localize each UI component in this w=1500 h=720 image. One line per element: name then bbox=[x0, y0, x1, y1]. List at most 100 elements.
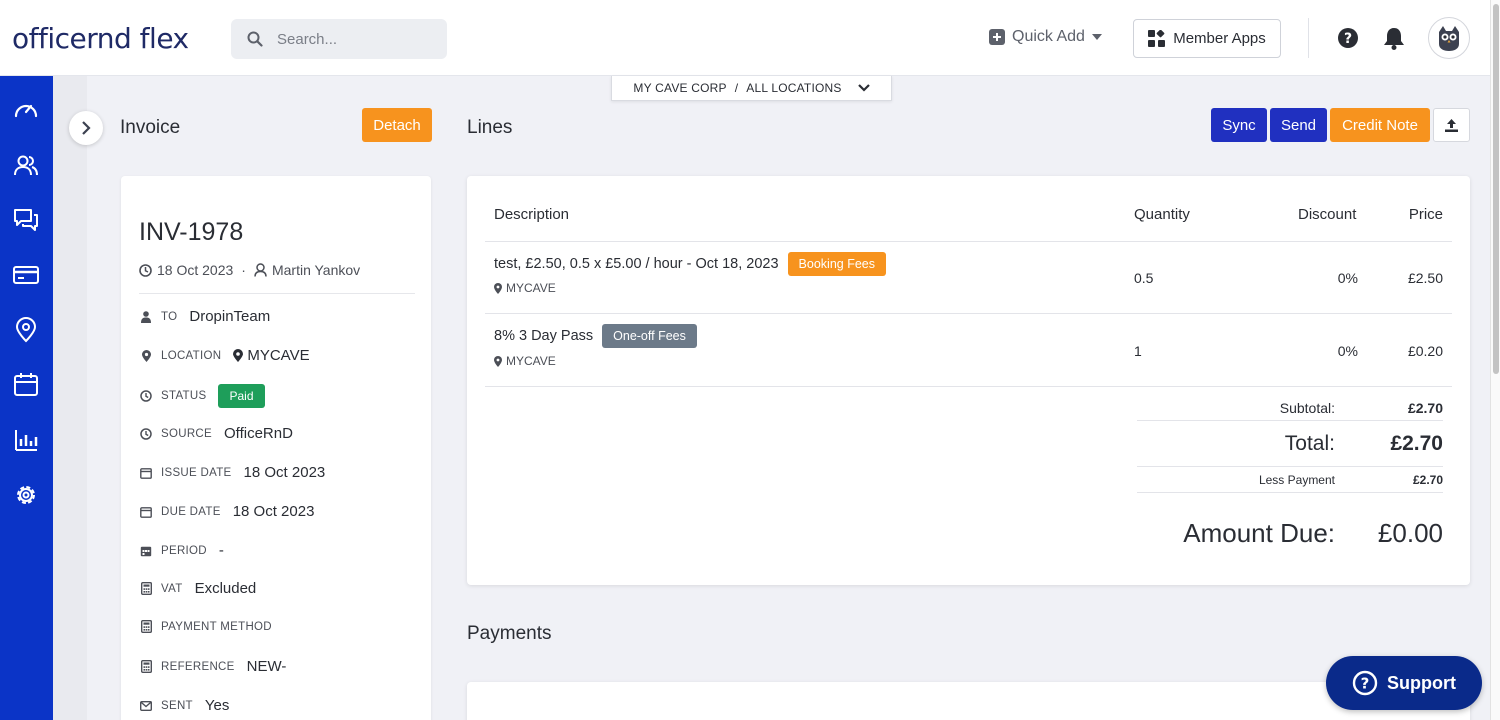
calendar-grid-icon bbox=[140, 546, 152, 556]
period-label: PERIOD bbox=[161, 544, 207, 557]
credit-card-icon bbox=[13, 266, 39, 284]
reference-value[interactable]: NEW- bbox=[247, 658, 287, 675]
scrollbar-thumb[interactable] bbox=[1493, 4, 1499, 374]
field-period: PERIOD - bbox=[139, 542, 224, 559]
field-source: SOURCE OfficeRnD bbox=[139, 425, 293, 442]
sidebar-item-messages[interactable] bbox=[12, 206, 40, 234]
chat-icon bbox=[14, 209, 38, 231]
line-price: £2.50 bbox=[1407, 270, 1443, 286]
to-label: TO bbox=[161, 310, 178, 323]
lines-section-title: Lines bbox=[467, 117, 513, 138]
app-logo[interactable]: officernd flex bbox=[12, 22, 189, 55]
period-value: - bbox=[218, 542, 224, 559]
help-icon[interactable]: ? bbox=[1337, 27, 1359, 54]
total-value: £2.70 bbox=[1390, 432, 1443, 455]
calendar-small-icon bbox=[140, 506, 152, 518]
source-label: SOURCE bbox=[161, 427, 213, 440]
line-tag-badge: One-off Fees bbox=[602, 324, 697, 348]
quick-add-button[interactable]: Quick Add bbox=[989, 28, 1102, 46]
due-date-value[interactable]: 18 Oct 2023 bbox=[233, 503, 315, 520]
search-box[interactable] bbox=[231, 19, 447, 59]
envelope-icon bbox=[140, 700, 152, 711]
bar-chart-icon bbox=[15, 430, 38, 451]
users-icon bbox=[14, 155, 38, 176]
caret-down-icon bbox=[1091, 34, 1102, 40]
field-payment-method: PAYMENT METHOD bbox=[139, 620, 284, 633]
status-label: STATUS bbox=[161, 390, 207, 402]
line-quantity: 1 bbox=[1134, 343, 1142, 359]
user-avatar[interactable] bbox=[1428, 17, 1470, 59]
svg-text:?: ? bbox=[1344, 31, 1352, 47]
person-icon bbox=[141, 310, 151, 323]
field-reference: REFERENCE NEW- bbox=[139, 658, 286, 675]
invoice-number: INV-1978 bbox=[139, 218, 244, 246]
map-pin-icon bbox=[15, 317, 37, 343]
issue-date-value[interactable]: 18 Oct 2023 bbox=[244, 464, 326, 481]
calendar-icon bbox=[14, 373, 38, 396]
line-location: MYCAVE bbox=[494, 354, 556, 368]
line-price: £0.20 bbox=[1407, 343, 1443, 359]
page-scrollbar[interactable] bbox=[1490, 0, 1500, 720]
send-button[interactable]: Send bbox=[1270, 108, 1327, 142]
header-divider bbox=[1308, 18, 1309, 58]
calculator-icon bbox=[140, 620, 152, 633]
upload-icon bbox=[1445, 118, 1458, 132]
sidebar-item-calendar[interactable] bbox=[12, 371, 40, 399]
sidebar-item-members[interactable] bbox=[12, 151, 40, 179]
gauge-icon bbox=[14, 104, 38, 118]
expand-panel-button[interactable] bbox=[69, 111, 103, 145]
line-description[interactable]: test, £2.50, 0.5 x £5.00 / hour - Oct 18… bbox=[494, 252, 886, 276]
support-label: Support bbox=[1387, 672, 1456, 693]
top-bar: officernd flex Quick Add Member Apps ? bbox=[0, 0, 1490, 76]
payment-method-label: PAYMENT METHOD bbox=[161, 620, 272, 633]
location-label: LOCATION bbox=[161, 349, 222, 362]
line-tag-badge: Booking Fees bbox=[787, 252, 886, 276]
status-badge: Paid bbox=[218, 384, 265, 408]
vat-value[interactable]: Excluded bbox=[195, 580, 257, 597]
less-payment-label: Less Payment bbox=[1258, 473, 1335, 487]
sidebar-item-reports[interactable] bbox=[12, 426, 40, 454]
line-description[interactable]: 8% 3 Day Pass One-off Fees bbox=[494, 324, 697, 348]
calendar-small-icon bbox=[140, 467, 152, 479]
member-apps-button[interactable]: Member Apps bbox=[1133, 19, 1281, 58]
owl-avatar-icon bbox=[1439, 26, 1459, 51]
sidebar-item-locations[interactable] bbox=[12, 316, 40, 344]
sidebar-item-settings[interactable] bbox=[12, 481, 40, 509]
chevron-down-icon bbox=[857, 84, 870, 92]
field-status: STATUS Paid bbox=[139, 384, 265, 408]
source-value: OfficeRnD bbox=[224, 425, 293, 442]
export-button[interactable] bbox=[1433, 108, 1470, 142]
member-apps-label: Member Apps bbox=[1173, 30, 1266, 47]
totals-divider bbox=[1137, 466, 1443, 467]
less-payment-value: £2.70 bbox=[1412, 473, 1443, 487]
support-button[interactable]: ? Support bbox=[1326, 656, 1482, 710]
user-icon bbox=[254, 263, 267, 277]
breadcrumb-separator: / bbox=[734, 81, 739, 95]
credit-note-button[interactable]: Credit Note bbox=[1330, 108, 1430, 142]
map-marker-icon bbox=[494, 355, 502, 367]
sync-button[interactable]: Sync bbox=[1211, 108, 1267, 142]
clock-icon bbox=[139, 263, 152, 277]
chevron-right-icon bbox=[82, 121, 91, 135]
sidebar-item-dashboard[interactable] bbox=[12, 96, 40, 124]
vat-label: VAT bbox=[161, 582, 183, 595]
line-location-text: MYCAVE bbox=[506, 281, 556, 295]
subtotal-value: £2.70 bbox=[1407, 400, 1443, 416]
invoice-author[interactable]: Martin Yankov bbox=[272, 262, 360, 278]
to-value[interactable]: DropinTeam bbox=[189, 308, 270, 325]
line-location-text: MYCAVE bbox=[506, 354, 556, 368]
location-breadcrumb[interactable]: MY CAVE CORP / ALL LOCATIONS bbox=[611, 76, 892, 101]
sidebar-item-billing[interactable] bbox=[12, 261, 40, 289]
line-description-text: 8% 3 Day Pass bbox=[494, 328, 594, 344]
col-price: Price bbox=[1408, 206, 1443, 223]
apps-grid-icon bbox=[1148, 30, 1166, 47]
notifications-bell-icon[interactable] bbox=[1383, 26, 1405, 55]
search-input[interactable] bbox=[277, 30, 417, 48]
sent-label: SENT bbox=[161, 699, 193, 712]
totals-divider bbox=[1137, 420, 1443, 421]
location-value[interactable]: MYCAVE bbox=[247, 347, 309, 364]
breadcrumb-location: ALL LOCATIONS bbox=[746, 81, 842, 95]
gear-icon bbox=[17, 486, 35, 504]
field-issue-date: ISSUE DATE 18 Oct 2023 bbox=[139, 464, 325, 481]
detach-button[interactable]: Detach bbox=[362, 108, 432, 142]
